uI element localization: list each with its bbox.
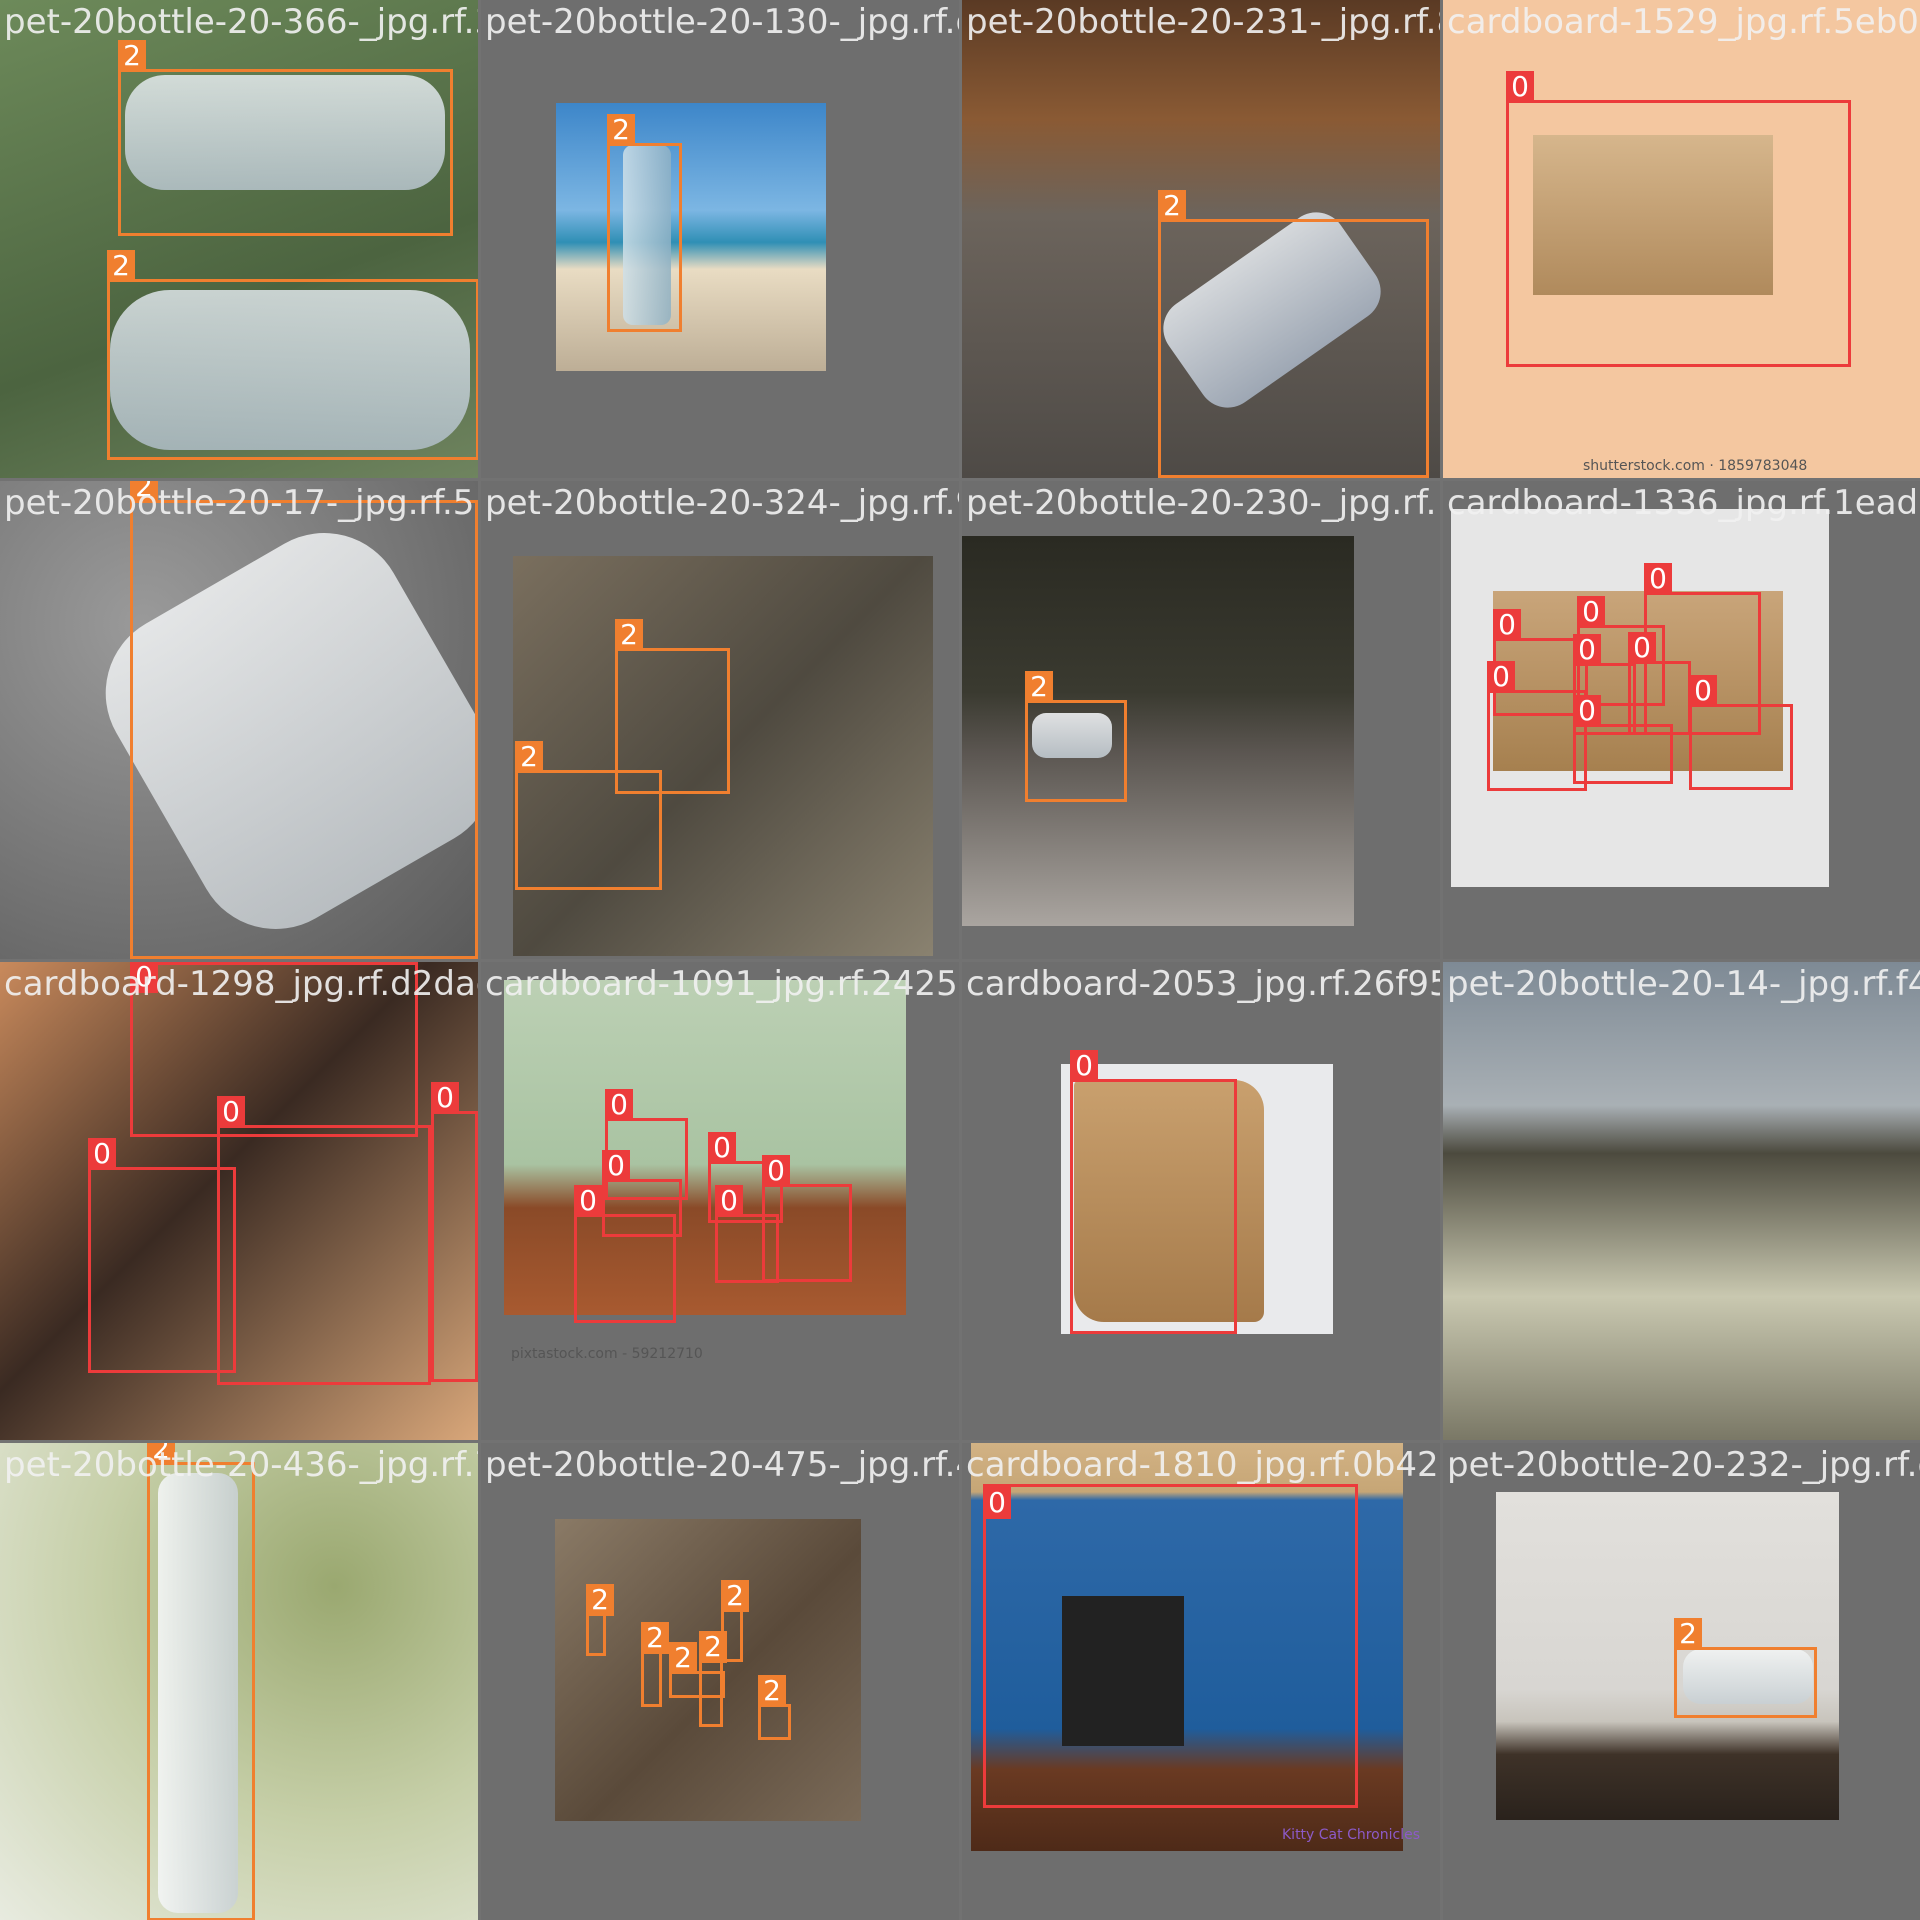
box-label: 0 (1070, 1050, 1098, 1082)
image-filename: pet-20bottle-20-475-_jpg.rf.4 (485, 1445, 959, 1485)
tile-15: 0 Kitty Cat Chronicles cardboard-1810_jp… (962, 1443, 1440, 1920)
bounding-box: 0 (431, 1082, 478, 1382)
bounding-box: 0 (1689, 675, 1793, 790)
bounding-box: 2 (1025, 671, 1127, 802)
bounding-box: 2 (586, 1584, 614, 1656)
image-filename: cardboard-1810_jpg.rf.0b42 (966, 1445, 1439, 1485)
box-label: 0 (574, 1185, 602, 1217)
box-label: 0 (1506, 71, 1534, 103)
tile-3: 2 pet-20bottle-20-231-_jpg.rf.8 (962, 0, 1440, 478)
box-label: 0 (88, 1138, 116, 1170)
box-label: 2 (615, 619, 643, 651)
image-filename: cardboard-1298_jpg.rf.d2dac (4, 964, 478, 1004)
box-label: 0 (1644, 563, 1672, 595)
bounding-box: 0 (574, 1185, 676, 1323)
image-filename: pet-20bottle-20-230-_jpg.rf.1 (966, 483, 1440, 523)
tile-6: 2 2 pet-20bottle-20-324-_jpg.rf.9f (481, 481, 959, 959)
box-label: 0 (1628, 632, 1656, 664)
bounding-box: 2 (107, 250, 478, 460)
bounding-box: 0 (1487, 661, 1587, 791)
image-filename: pet-20bottle-20-324-_jpg.rf.9f (485, 483, 959, 523)
bounding-box: 2 (641, 1622, 669, 1707)
box-label: 2 (721, 1580, 749, 1612)
box-label: 0 (715, 1185, 743, 1217)
tile-8: 0 0 0 0 0 0 0 0 cardboard-1336_jpg.rf.1e… (1443, 481, 1920, 959)
bounding-box: 0 (217, 1096, 431, 1385)
bounding-box: 2 (147, 1443, 255, 1920)
bounding-box: 2 (758, 1675, 791, 1740)
box-label: 2 (641, 1622, 669, 1654)
watermark-text: pixtastock.com - 59212710 (511, 1346, 703, 1362)
box-label: 2 (107, 250, 135, 282)
bounding-box: 0 (1573, 695, 1673, 784)
box-label: 2 (515, 741, 543, 773)
box-label: 2 (607, 114, 635, 146)
bounding-box: 0 (88, 1138, 236, 1373)
box-label: 2 (669, 1642, 697, 1674)
box-label: 2 (1158, 190, 1186, 222)
box-label: 0 (1493, 609, 1521, 641)
box-label: 0 (217, 1096, 245, 1128)
box-label: 0 (602, 1150, 630, 1182)
image-filename: pet-20bottle-20-232-_jpg.rf.c (1447, 1445, 1920, 1485)
bounding-box: 2 (1674, 1618, 1817, 1718)
box-label: 2 (758, 1675, 786, 1707)
tile-1: 2 2 pet-20bottle-20-366-_jpg.rf.35ea2896… (0, 0, 478, 478)
box-label: 2 (586, 1584, 614, 1616)
image-filename: pet-20bottle-20-14-_jpg.rf.f4 (1447, 964, 1920, 1004)
box-label: 2 (699, 1631, 727, 1663)
tile-7: 2 pet-20bottle-20-230-_jpg.rf.1 (962, 481, 1440, 959)
bounding-box: 2 (669, 1642, 725, 1698)
image-filename: cardboard-1336_jpg.rf.1ead8 (1447, 483, 1920, 523)
box-label: 2 (1674, 1618, 1702, 1650)
tile-16: 2 pet-20bottle-20-232-_jpg.rf.c (1443, 1443, 1920, 1920)
bounding-box: 0 (1506, 71, 1851, 367)
tile-11: 0 cardboard-2053_jpg.rf.26f95 (962, 962, 1440, 1440)
tile-13: 2 pet-20bottle-20-436-_jpg.rf.7 (0, 1443, 478, 1920)
box-label: 0 (1573, 634, 1601, 666)
bounding-box: 2 (515, 741, 662, 890)
bounding-box: 0 (983, 1484, 1358, 1808)
tile-4: 0 shutterstock.com · 1859783048 cardboar… (1443, 0, 1920, 478)
box-label: 0 (983, 1487, 1011, 1519)
box-label: 0 (1689, 675, 1717, 707)
box-label: 0 (1487, 661, 1515, 693)
image-filename: cardboard-2053_jpg.rf.26f95 (966, 964, 1440, 1004)
image-filename: cardboard-1529_jpg.rf.5eb0 (1447, 2, 1919, 42)
polluted-beach-photo (1443, 962, 1920, 1440)
tile-2: 2 pet-20bottle-20-130-_jpg.rf.d (481, 0, 959, 478)
watermark-text: shutterstock.com · 1859783048 (1583, 458, 1808, 474)
bounding-box: 0 (715, 1185, 779, 1283)
bounding-box: 2 (607, 114, 682, 332)
tile-14: 2 2 2 2 2 2 pet-20bottle-20-475-_jpg.rf.… (481, 1443, 959, 1920)
box-label: 2 (118, 40, 146, 72)
box-label: 0 (708, 1132, 736, 1164)
tile-10: 0 0 0 0 0 0 pixtastock.com - 59212710 ca… (481, 962, 959, 1440)
box-label: 2 (1025, 671, 1053, 703)
tile-5: 2 pet-20bottle-20-17-_jpg.rf.5 (0, 481, 478, 959)
bounding-box: 0 (1070, 1050, 1237, 1334)
box-label: 0 (762, 1155, 790, 1187)
image-filename: pet-20bottle-20-366-_jpg.rf.35ea28964956… (4, 2, 478, 42)
box-label: 0 (1577, 596, 1605, 628)
box-label: 0 (431, 1082, 459, 1114)
image-filename: pet-20bottle-20-130-_jpg.rf.d (485, 2, 959, 42)
image-filename: pet-20bottle-20-436-_jpg.rf.7 (4, 1445, 478, 1485)
beach-photo (556, 103, 826, 371)
image-filename: pet-20bottle-20-231-_jpg.rf.8 (966, 2, 1440, 42)
bounding-box: 2 (118, 40, 453, 236)
bounding-box: 2 (130, 481, 478, 959)
box-label: 0 (605, 1089, 633, 1121)
watermark-text: Kitty Cat Chronicles (1282, 1827, 1420, 1843)
tile-12: pet-20bottle-20-14-_jpg.rf.f4 (1443, 962, 1920, 1440)
image-filename: cardboard-1091_jpg.rf.2425 (485, 964, 958, 1004)
tile-9: 0 0 0 0 cardboard-1298_jpg.rf.d2dac (0, 962, 478, 1440)
detection-mosaic: 2 2 pet-20bottle-20-366-_jpg.rf.35ea2896… (0, 0, 1920, 1920)
bounding-box: 2 (1158, 190, 1429, 478)
road-photo (962, 536, 1354, 926)
box-label: 0 (1573, 695, 1601, 727)
image-filename: pet-20bottle-20-17-_jpg.rf.5 (4, 483, 475, 523)
